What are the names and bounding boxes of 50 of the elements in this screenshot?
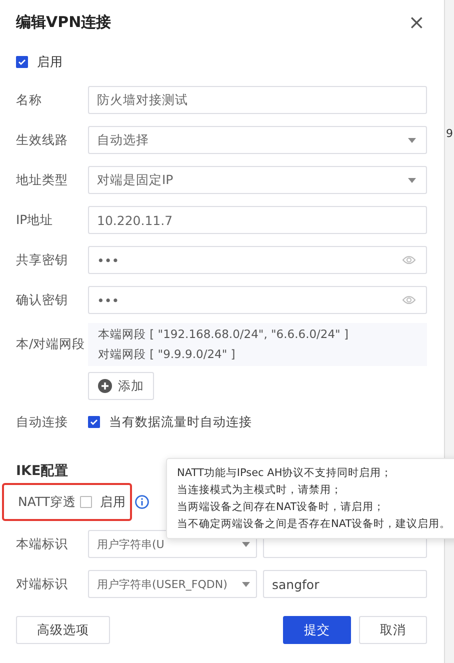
cancel-button[interactable]: 取消 [359,616,427,644]
select-field[interactable]: 自动选择 [88,126,427,154]
advanced-options-button[interactable]: 高级选项 [16,616,110,644]
input-field[interactable]: 防火墙对接测试 [88,86,427,114]
caret-icon [408,138,416,142]
close-button[interactable]: × [406,12,427,32]
checkbox-label: 当有数据流量时自动连接 [109,414,252,430]
checkbox-label: 启用 [37,54,63,70]
select-field[interactable]: 对端是固定IP [88,166,427,194]
eye-icon[interactable] [402,295,416,305]
network-entry: 对端网段 [ "9.9.9.0/24" ] [98,347,236,362]
submit-button[interactable]: 提交 [283,616,351,644]
caret-icon [408,178,416,182]
select-field[interactable]: 用户字符串(U [88,530,257,558]
section-heading: IKE配置 [16,462,69,480]
field-label: 地址类型 [16,172,69,188]
password-field[interactable]: ••• [88,286,427,314]
field-label: 生效线路 [16,132,69,148]
checkbox[interactable] [88,416,100,428]
input-field[interactable]: 10.220.11.7 [88,206,427,234]
tooltip-text: 当不确定两端设备之间是否存在NAT设备时，建议启用。 [177,517,452,531]
field-label: IP地址 [16,212,54,228]
field-label: 本端标识 [16,536,69,552]
caret-icon [242,542,250,546]
field-label: 名称 [16,92,43,108]
field-label: NATT穿透 [18,494,77,510]
checkbox[interactable] [16,56,28,68]
checkbox[interactable] [80,496,92,508]
field-label: 共享密钥 [16,252,69,268]
tooltip-text: 当两端设备之间存在NAT设备时，请启用； [177,500,386,514]
input-field[interactable]: sangfor [263,570,427,598]
check-icon [89,417,99,427]
password-field[interactable]: ••• [88,246,427,274]
caret-icon [242,582,250,586]
field-label: 自动连接 [16,414,69,430]
eye-icon[interactable] [402,255,416,265]
field-label: 对端标识 [16,576,69,592]
background-text: 9 [446,127,453,140]
field-label: 本/对端网段 [16,335,86,353]
checkbox-label: 启用 [100,494,126,510]
check-icon [17,57,27,67]
dialog-title: 编辑VPN连接 [16,12,112,32]
tooltip-text: 当连接模式为主模式时，请禁用； [177,483,343,497]
select-field[interactable]: 用户字符串(USER_FQDN) [88,570,257,598]
info-icon[interactable] [135,495,149,509]
field-label: 确认密钥 [16,292,69,308]
plus-icon [98,379,112,393]
add-button[interactable]: 添加 [88,372,154,400]
network-entry: 本端网段 [ "192.168.68.0/24", "6.6.6.0/24" ] [98,327,350,342]
tooltip-text: NATT功能与IPsec AH协议不支持同时启用； [177,466,394,480]
